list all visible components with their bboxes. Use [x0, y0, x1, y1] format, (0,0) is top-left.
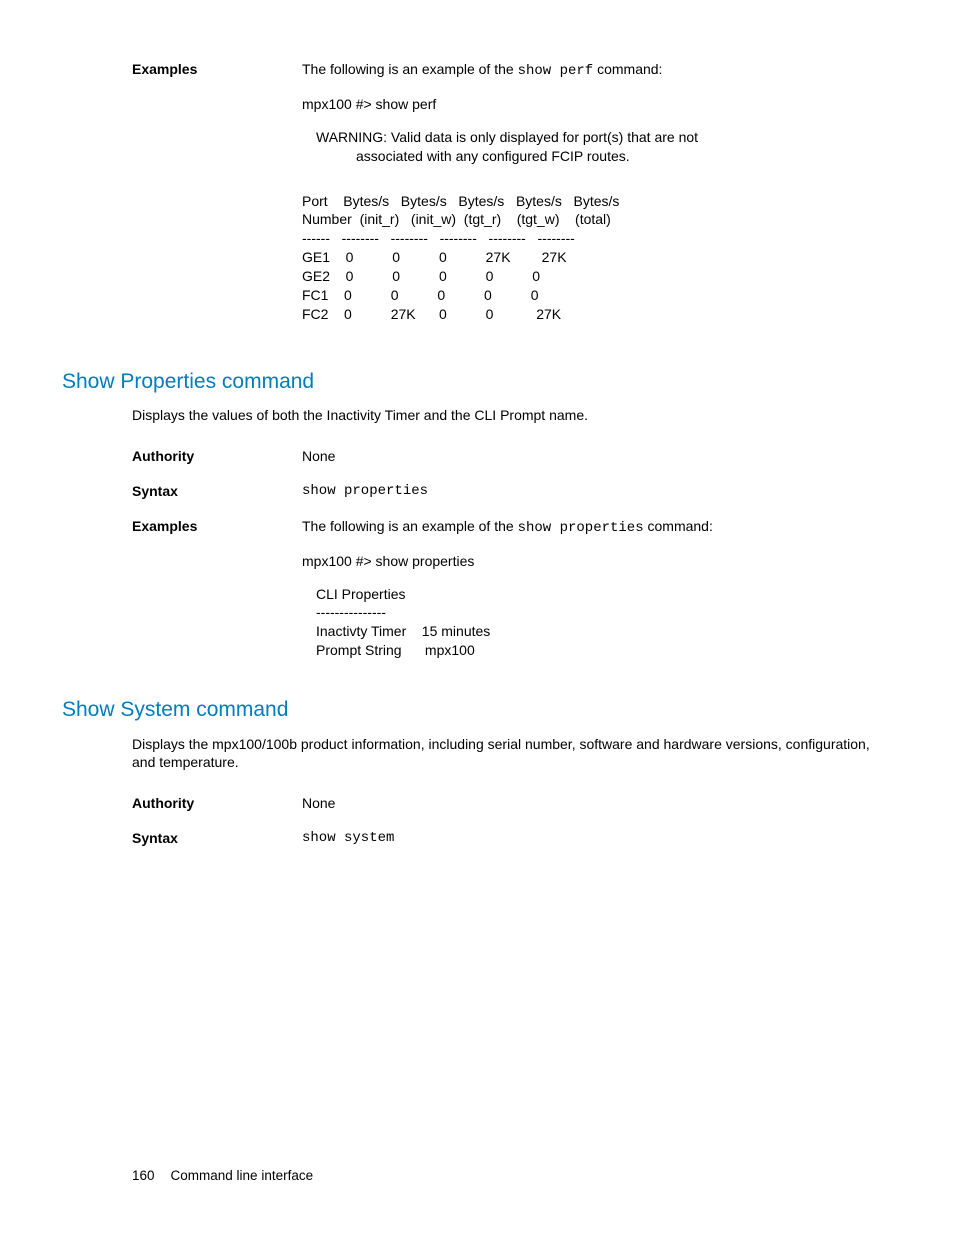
perf-sep: ------ -------- -------- -------- ------…	[302, 230, 575, 246]
page-footer: 160 Command line interface	[132, 1167, 313, 1185]
props-syntax-value: show properties	[302, 482, 892, 501]
props-ex-suffix: command:	[644, 518, 713, 534]
props-authority-label: Authority	[62, 447, 302, 466]
perf-r1: GE1 0 0 0 27K 27K	[302, 249, 567, 265]
props-syntax-row: Syntax show properties	[62, 482, 892, 501]
props-authority-value: None	[302, 447, 892, 466]
sys-syntax-value: show system	[302, 829, 892, 848]
sys-syntax-label: Syntax	[62, 829, 302, 848]
props-ex-cmd: show properties	[518, 520, 644, 536]
sys-desc: Displays the mpx100/100b product informa…	[62, 735, 892, 773]
props-ex-prompt: mpx100 #> show properties	[302, 552, 892, 571]
sys-heading: Show System command	[62, 696, 892, 724]
props-cli-l2: Prompt String mpx100	[302, 641, 892, 660]
props-cli-label: CLI Properties	[302, 585, 892, 604]
props-authority-row: Authority None	[62, 447, 892, 466]
perf-table: Port Bytes/s Bytes/s Bytes/s Bytes/s Byt…	[302, 192, 892, 324]
props-syntax-label: Syntax	[62, 482, 302, 501]
props-examples-content: The following is an example of the show …	[302, 517, 892, 660]
perf-examples-label: Examples	[62, 60, 302, 332]
props-ex-prefix: The following is an example of the	[302, 518, 518, 534]
perf-intro-prefix: The following is an example of the	[302, 61, 518, 77]
perf-r3: FC1 0 0 0 0 0	[302, 287, 539, 303]
perf-hdr2: Number (init_r) (init_w) (tgt_r) (tgt_w)…	[302, 211, 611, 227]
perf-intro-cmd: show perf	[518, 63, 594, 79]
props-examples-label: Examples	[62, 517, 302, 660]
sys-authority-row: Authority None	[62, 794, 892, 813]
perf-warning-1: WARNING: Valid data is only displayed fo…	[302, 128, 892, 147]
perf-intro-suffix: command:	[593, 61, 662, 77]
sys-authority-label: Authority	[62, 794, 302, 813]
props-cli-sep: ---------------	[302, 603, 892, 622]
perf-warning-2: associated with any configured FCIP rout…	[302, 147, 892, 166]
perf-r4: FC2 0 27K 0 0 27K	[302, 306, 561, 322]
props-heading: Show Properties command	[62, 368, 892, 396]
perf-examples-content: The following is an example of the show …	[302, 60, 892, 332]
perf-r2: GE2 0 0 0 0 0	[302, 268, 540, 284]
props-desc: Displays the values of both the Inactivi…	[62, 406, 892, 425]
page-number: 160	[132, 1168, 155, 1183]
sys-syntax-row: Syntax show system	[62, 829, 892, 848]
props-examples-row: Examples The following is an example of …	[62, 517, 892, 660]
sys-authority-value: None	[302, 794, 892, 813]
footer-title: Command line interface	[171, 1168, 314, 1183]
perf-examples-row: Examples The following is an example of …	[62, 60, 892, 332]
perf-prompt: mpx100 #> show perf	[302, 95, 892, 114]
props-cli-l1: Inactivty Timer 15 minutes	[302, 622, 892, 641]
perf-hdr1: Port Bytes/s Bytes/s Bytes/s Bytes/s Byt…	[302, 193, 619, 209]
